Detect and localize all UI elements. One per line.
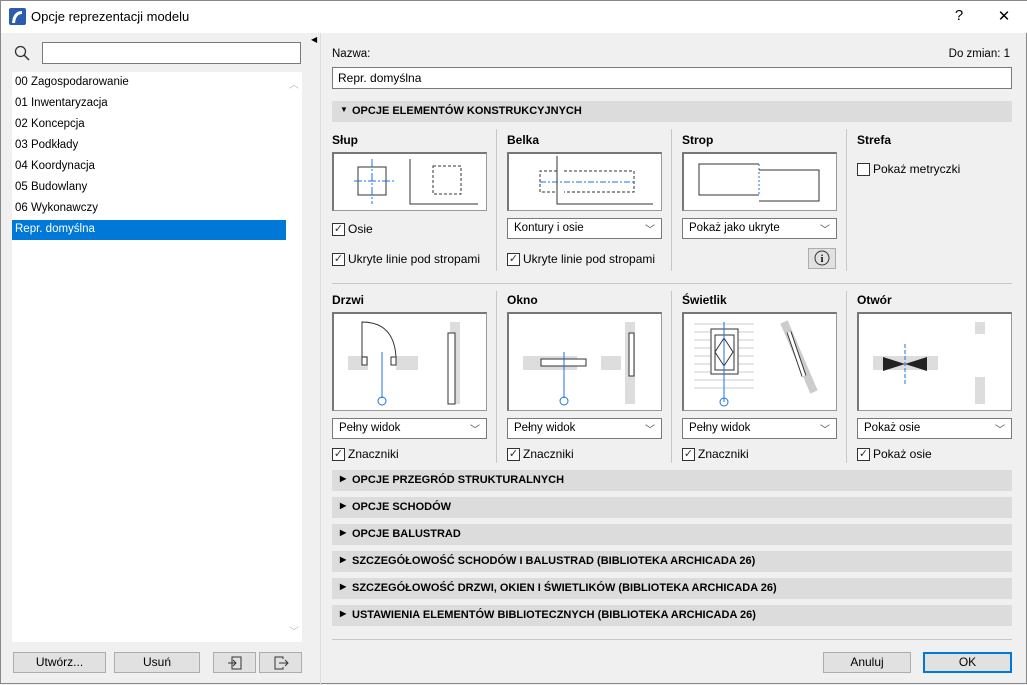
section-railings[interactable]: ▶OPCJE BALUSTRAD xyxy=(332,524,1012,545)
skylight-preview xyxy=(682,312,837,411)
show-metrics-checkbox[interactable]: Pokaż metryczki xyxy=(857,162,960,176)
skylight-markers-checkbox[interactable]: ✓Znaczniki xyxy=(682,447,749,461)
section-stair-railing-detail[interactable]: ▶SZCZEGÓŁOWOŚĆ SCHODÓW I BALUSTRAD (BIBL… xyxy=(332,551,1012,572)
slab-preview xyxy=(682,152,837,211)
search-icon xyxy=(14,45,30,61)
chevron-down-icon: ﹀ xyxy=(645,221,655,236)
opening-display-select[interactable]: Pokaż osie﹀ xyxy=(857,418,1012,439)
chevron-down-icon: ﹀ xyxy=(820,221,830,236)
column-label: Słup xyxy=(332,133,358,147)
archicad-logo-icon xyxy=(9,8,26,25)
list-item-selected[interactable]: Repr. domyślna xyxy=(12,220,286,240)
list-item[interactable]: 02 Koncepcja xyxy=(12,115,286,135)
help-button[interactable]: ? xyxy=(944,7,974,24)
import-button[interactable] xyxy=(213,652,256,673)
name-input[interactable] xyxy=(332,67,1012,89)
divider xyxy=(332,639,1012,640)
expanded-triangle-icon: ▼ xyxy=(340,105,348,114)
scroll-up-icon[interactable]: ︿ xyxy=(286,76,302,91)
beam-display-select[interactable]: Kontury i osie﹀ xyxy=(507,218,662,239)
opening-axes-checkbox[interactable]: ✓Pokaż osie xyxy=(857,447,932,461)
search-input[interactable] xyxy=(42,42,301,64)
divider xyxy=(671,129,672,271)
opening-preview-icon xyxy=(859,314,1010,409)
divider xyxy=(496,129,497,271)
divider xyxy=(332,283,1012,284)
divider xyxy=(846,291,847,463)
collapsed-triangle-icon: ▶ xyxy=(340,609,346,618)
export-button[interactable] xyxy=(259,652,302,673)
collapsed-triangle-icon: ▶ xyxy=(340,474,346,483)
list-item[interactable]: 05 Budowlany xyxy=(12,178,286,198)
collapsed-triangle-icon: ▶ xyxy=(340,528,346,537)
collapse-arrow-icon[interactable]: ◀ xyxy=(311,35,320,44)
cancel-button[interactable]: Anuluj xyxy=(823,652,911,673)
collapsed-triangle-icon: ▶ xyxy=(340,555,346,564)
beam-preview xyxy=(507,152,662,211)
list-scrollbar[interactable]: ︿﹀ xyxy=(286,72,302,642)
window-label: Okno xyxy=(507,293,538,307)
zone-label: Strefa xyxy=(857,133,891,147)
window-preview xyxy=(507,312,662,411)
scroll-down-icon[interactable]: ﹀ xyxy=(286,623,302,638)
section-title: OPCJE ELEMENTÓW KONSTRUKCYJNYCH xyxy=(352,105,582,117)
chevron-down-icon: ﹀ xyxy=(470,421,480,436)
opening-label: Otwór xyxy=(857,293,892,307)
window-markers-checkbox[interactable]: ✓Znaczniki xyxy=(507,447,574,461)
skylight-display-select[interactable]: Pełny widok﹀ xyxy=(682,418,837,439)
door-markers-checkbox[interactable]: ✓Znaczniki xyxy=(332,447,399,461)
door-preview xyxy=(332,312,487,411)
section-stairs[interactable]: ▶OPCJE SCHODÓW xyxy=(332,497,1012,518)
name-label: Nazwa: xyxy=(332,48,370,60)
axes-checkbox[interactable]: ✓Osie xyxy=(332,222,373,236)
beam-hidden-lines-checkbox[interactable]: ✓Ukryte linie pod stropami xyxy=(507,252,655,266)
import-icon xyxy=(227,655,243,671)
representation-list[interactable]: 00 Zagospodarowanie 01 Inwentaryzacja 02… xyxy=(12,72,286,642)
panel-splitter[interactable]: ◀ xyxy=(309,33,321,685)
slab-display-select[interactable]: Pokaż jako ukryte﹀ xyxy=(682,218,837,239)
skylight-label: Świetlik xyxy=(682,293,727,307)
door-label: Drzwi xyxy=(332,293,364,307)
collapsed-triangle-icon: ▶ xyxy=(340,582,346,591)
section-structural-partitions[interactable]: ▶OPCJE PRZEGRÓD STRUKTURALNYCH xyxy=(332,470,1012,491)
window-title: Opcje reprezentacji modelu xyxy=(31,9,189,24)
list-item[interactable]: 04 Koordynacja xyxy=(12,157,286,177)
list-item[interactable]: 00 Zagospodarowanie xyxy=(12,73,286,93)
list-item[interactable]: 01 Inwentaryzacja xyxy=(12,94,286,114)
skylight-preview-icon xyxy=(684,314,835,409)
changes-count: Do zmian: 1 xyxy=(949,48,1010,60)
ok-button[interactable]: OK xyxy=(923,652,1012,673)
divider xyxy=(846,129,847,271)
create-button[interactable]: Utwórz... xyxy=(13,652,106,673)
column-hidden-lines-checkbox[interactable]: ✓Ukryte linie pod stropami xyxy=(332,252,480,266)
info-button[interactable]: i xyxy=(808,248,836,269)
door-preview-icon xyxy=(334,314,485,409)
divider xyxy=(671,291,672,463)
window-display-select[interactable]: Pełny widok﹀ xyxy=(507,418,662,439)
section-library-settings[interactable]: ▶USTAWIENIA ELEMENTÓW BIBLIOTECZNYCH (BI… xyxy=(332,605,1012,626)
opening-preview xyxy=(857,312,1012,411)
section-door-window-detail[interactable]: ▶SZCZEGÓŁOWOŚĆ DRZWI, OKIEN I ŚWIETLIKÓW… xyxy=(332,578,1012,599)
door-display-select[interactable]: Pełny widok﹀ xyxy=(332,418,487,439)
window-preview-icon xyxy=(509,314,660,409)
list-item[interactable]: 06 Wykonawczy xyxy=(12,199,286,219)
slab-preview-icon xyxy=(684,154,835,209)
export-icon xyxy=(273,655,289,671)
list-item[interactable]: 03 Podkłady xyxy=(12,136,286,156)
column-preview-icon xyxy=(334,154,485,209)
slab-label: Strop xyxy=(682,133,713,147)
chevron-down-icon: ﹀ xyxy=(645,421,655,436)
beam-preview-icon xyxy=(509,154,660,209)
info-icon: i xyxy=(814,250,830,266)
divider xyxy=(496,291,497,463)
svg-text:i: i xyxy=(821,254,824,265)
chevron-down-icon: ﹀ xyxy=(995,421,1005,436)
column-preview xyxy=(332,152,487,211)
beam-label: Belka xyxy=(507,133,539,147)
section-structural[interactable]: ▼ OPCJE ELEMENTÓW KONSTRUKCYJNYCH xyxy=(332,101,1012,122)
close-button[interactable]: ✕ xyxy=(989,7,1019,25)
chevron-down-icon: ﹀ xyxy=(820,421,830,436)
collapsed-triangle-icon: ▶ xyxy=(340,501,346,510)
delete-button[interactable]: Usuń xyxy=(114,652,200,673)
